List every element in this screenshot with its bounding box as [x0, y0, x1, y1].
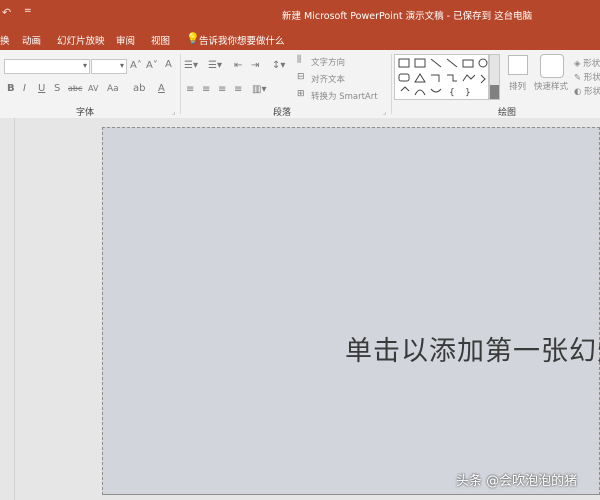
italic-button[interactable]: I — [23, 83, 26, 94]
text-direction-button[interactable]: 文字方向 — [311, 56, 345, 68]
arrange-button[interactable]: 排列 — [509, 80, 526, 92]
shape-fill-label: 形状 — [583, 59, 600, 69]
paragraph-group-label: 段落 — [273, 108, 292, 118]
align-text-icon: ⊟ — [297, 72, 305, 82]
tab-slideshow[interactable]: 幻灯片放映 — [57, 33, 105, 47]
numbering-button[interactable]: ☰▾ — [208, 60, 222, 71]
align-text-button[interactable]: 对齐文本 — [311, 73, 345, 85]
brace-left-icon: { — [449, 88, 455, 98]
chevron-down-icon: ▾ — [82, 61, 87, 70]
decrease-font-button[interactable]: A˅ — [146, 60, 158, 71]
slide-canvas[interactable] — [102, 127, 600, 495]
window-title: 新建 Microsoft PowerPoint 演示文稿 - 已保存到 这台电脑 — [282, 11, 533, 22]
font-size-combo[interactable]: ▾ — [91, 59, 127, 74]
curve-shape-icon — [430, 88, 442, 93]
more-shapes-button[interactable] — [490, 85, 499, 99]
font-color-button[interactable]: A — [158, 83, 165, 94]
chevron-down-icon: ▾ — [119, 61, 124, 70]
customize-qat-button[interactable]: = — [24, 6, 32, 16]
arc-shape-icon — [414, 89, 426, 96]
bold-button[interactable]: B — [7, 83, 15, 94]
decrease-indent-button[interactable]: ⇤ — [234, 60, 242, 71]
triangle-shape-icon — [414, 73, 426, 83]
quick-styles-icon — [540, 54, 564, 78]
shape-fill-button[interactable]: ◈ 形状 — [574, 57, 600, 69]
thumbnail-pane[interactable] — [0, 118, 15, 500]
group-divider — [180, 54, 181, 114]
align-right-button[interactable]: ≡ — [218, 84, 226, 95]
textbox-shape-icon — [398, 58, 410, 68]
font-group-label: 字体 — [76, 108, 95, 118]
text-direction-icon: ⫼ — [297, 55, 302, 65]
smartart-icon: ⊞ — [297, 89, 305, 99]
align-center-button[interactable]: ≡ — [202, 84, 210, 95]
ribbon: ▾ ▾ A˄ A˅ A B I U S abc AV Aa ab A 字体 ⌟ … — [0, 50, 600, 119]
char-spacing-button[interactable]: AV — [88, 84, 98, 93]
shapes-gallery[interactable]: { } — [394, 54, 489, 100]
brace-right-icon: } — [465, 88, 471, 98]
arrow-shape-icon — [446, 58, 458, 68]
clear-format-button[interactable]: A — [165, 59, 172, 70]
arrange-icon — [508, 55, 528, 75]
change-case-button[interactable]: Aa — [107, 84, 119, 94]
font-name-combo[interactable]: ▾ — [4, 59, 90, 74]
shapes-gallery-icons: { } — [398, 58, 488, 98]
undo-icon[interactable]: ↶ — [2, 6, 11, 19]
justify-button[interactable]: ≡ — [234, 84, 242, 95]
curved-connector-icon — [447, 74, 457, 82]
slide-bottom-border — [102, 494, 600, 495]
shadow-button[interactable]: S — [54, 83, 60, 94]
quick-styles-button[interactable]: 快速样式 — [534, 80, 568, 92]
shape-effects-button[interactable]: ◐ 形状 — [574, 85, 600, 97]
font-dialog-launcher-icon[interactable]: ⌟ — [172, 108, 175, 116]
increase-font-button[interactable]: A˄ — [130, 60, 142, 71]
tell-me-search[interactable]: 告诉我你想要做什么 — [199, 33, 285, 47]
oval-shape-icon — [478, 58, 488, 68]
ribbon-tabs: 换 动画 幻灯片放映 审阅 视图 💡 告诉我你想要做什么 — [0, 27, 600, 50]
shapes-gallery-scrollbar[interactable] — [489, 54, 500, 100]
bullets-button[interactable]: ☰▾ — [184, 60, 198, 71]
strikethrough-button[interactable]: abc — [68, 84, 82, 93]
drawing-group-label: 绘图 — [498, 108, 517, 118]
align-left-button[interactable]: ≡ — [186, 84, 194, 95]
line-shape-icon — [430, 58, 442, 68]
vertical-textbox-shape-icon — [414, 58, 426, 68]
line-spacing-button[interactable]: ↕▾ — [272, 60, 285, 71]
arrow-up-shape-icon — [400, 86, 410, 92]
shape-outline-button[interactable]: ✎ 形状 — [574, 71, 600, 83]
convert-smartart-button[interactable]: 转换为 SmartArt — [311, 90, 378, 102]
shape-effects-label: 形状 — [584, 87, 600, 97]
highlight-button[interactable]: ab — [133, 83, 145, 94]
chevron-shape-icon — [480, 74, 486, 84]
tab-transitions[interactable]: 换 — [0, 33, 10, 47]
columns-button[interactable]: ▥▾ — [252, 84, 266, 95]
tab-animations[interactable]: 动画 — [22, 33, 41, 47]
shape-outline-label: 形状 — [583, 73, 600, 83]
lightbulb-icon: 💡 — [186, 32, 200, 45]
rounded-rect-shape-icon — [398, 73, 410, 82]
watermark: 头条 @会吹泡泡的猪 — [456, 474, 578, 489]
tab-review[interactable]: 审阅 — [116, 33, 135, 47]
increase-indent-button[interactable]: ⇥ — [251, 60, 259, 71]
elbow-connector-icon — [431, 74, 440, 82]
title-placeholder[interactable]: 单击以添加第一张幻灯 — [345, 329, 600, 368]
group-divider — [391, 54, 392, 114]
paragraph-dialog-launcher-icon[interactable]: ⌟ — [383, 108, 386, 116]
title-bar: ↶ = 新建 Microsoft PowerPoint 演示文稿 - 已保存到 … — [0, 0, 600, 27]
tab-view[interactable]: 视图 — [151, 33, 170, 47]
rectangle-shape-icon — [462, 59, 474, 68]
freeform-shape-icon — [462, 74, 476, 82]
underline-button[interactable]: U — [38, 83, 45, 94]
